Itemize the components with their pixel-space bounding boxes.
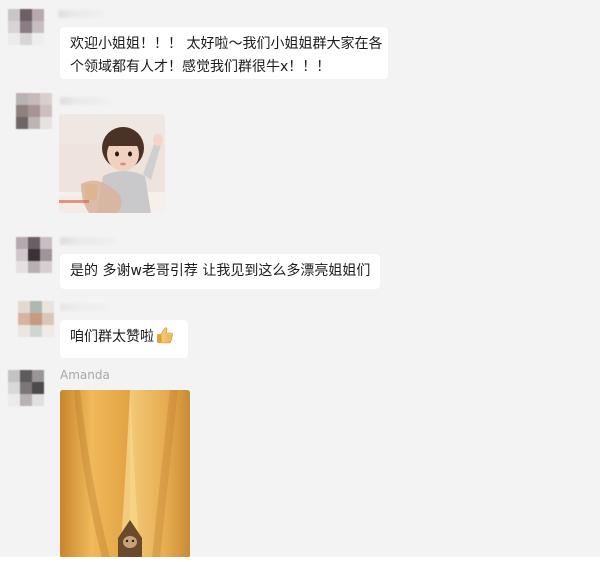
yellow-curtain-photo — [60, 390, 190, 558]
avatar[interactable] — [16, 237, 52, 273]
sender-name-redacted — [60, 237, 115, 245]
message-text: 咱们群太赞啦 — [70, 326, 178, 349]
avatar[interactable] — [16, 93, 52, 129]
avatar[interactable] — [18, 301, 54, 337]
sender-name-redacted — [58, 10, 104, 18]
sender-name-redacted — [60, 97, 110, 105]
girl-raising-hand-photo — [59, 114, 165, 213]
message-text-content: 咱们群太赞啦 — [70, 329, 154, 345]
message-bubble[interactable]: 是的 多谢w老哥引荐 让我见到这么多漂亮姐姐们 — [60, 254, 380, 289]
bottom-edge — [0, 557, 600, 562]
thumbs-up-icon — [156, 326, 174, 344]
message-text: 是的 多谢w老哥引荐 让我见到这么多漂亮姐姐们 — [70, 263, 371, 279]
avatar[interactable] — [8, 9, 44, 45]
avatar[interactable] — [8, 370, 44, 406]
chat-message-list[interactable]: 欢迎小姐姐！！！ 太好啦～我们小姐姐群大家在各 个领域都有人才！感觉我们群很牛x… — [0, 0, 600, 562]
message-text-line: 个领域都有人才！感觉我们群很牛x！！！ — [70, 59, 331, 75]
message-bubble[interactable]: 咱们群太赞啦 — [60, 320, 188, 358]
sender-name-redacted — [60, 303, 108, 311]
sender-name: Amanda — [60, 368, 110, 382]
message-bubble[interactable]: 欢迎小姐姐！！！ 太好啦～我们小姐姐群大家在各 个领域都有人才！感觉我们群很牛x… — [60, 27, 388, 79]
image-message-yellow-curtain[interactable] — [60, 390, 190, 558]
image-message-girl-raising-hand[interactable] — [59, 114, 165, 213]
message-text-line: 欢迎小姐姐！！！ 太好啦～我们小姐姐群大家在各 — [70, 36, 383, 52]
